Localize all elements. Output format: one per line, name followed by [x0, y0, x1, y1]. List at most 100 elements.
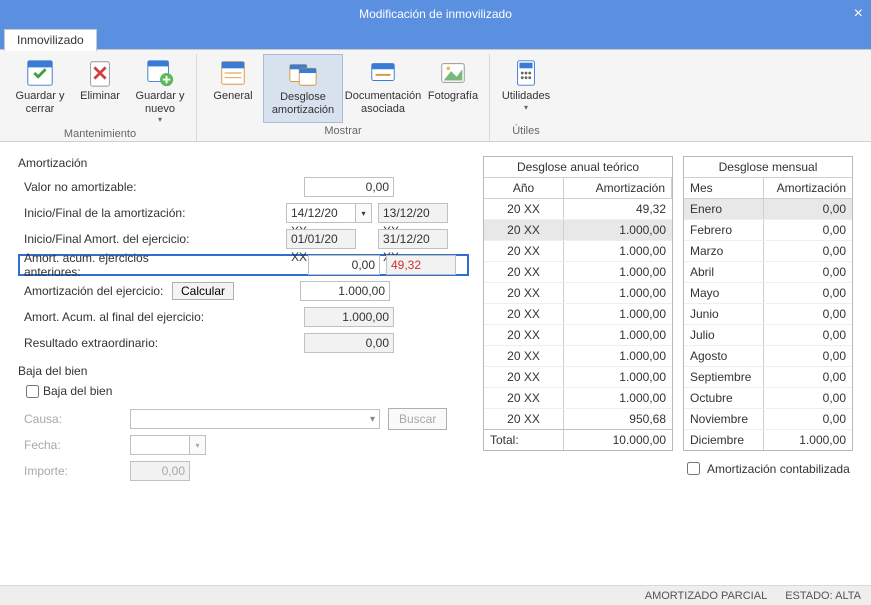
monthly-value: 0,00 — [764, 220, 852, 240]
table-row[interactable]: 20 XX1.000,00 — [484, 283, 672, 304]
photo-icon — [438, 58, 468, 88]
monthly-value: 0,00 — [764, 241, 852, 261]
fotografia-button[interactable]: Fotografía — [423, 54, 483, 123]
annual-value: 1.000,00 — [564, 388, 672, 408]
annual-value: 1.000,00 — [564, 283, 672, 303]
inicio-final-amort-label: Inicio/Final de la amortización: — [24, 206, 194, 220]
section-baja: Baja del bien — [18, 364, 465, 378]
guardar-nuevo-button[interactable]: Guardar y nuevo ▾ — [130, 54, 190, 126]
table-row[interactable]: Septiembre0,00 — [684, 367, 852, 388]
monthly-month: Septiembre — [684, 367, 764, 387]
contabilizada-checkbox[interactable] — [687, 462, 700, 475]
monthly-col-amort[interactable]: Amortización — [764, 178, 852, 198]
annual-title: Desglose anual teórico — [484, 157, 672, 178]
form-icon — [218, 58, 248, 88]
buscar-button[interactable]: Buscar — [388, 408, 447, 430]
annual-value: 1.000,00 — [564, 346, 672, 366]
acum-final-label: Amort. Acum. al final del ejercicio: — [24, 310, 224, 324]
valor-no-amort-label: Valor no amortizable: — [24, 180, 194, 194]
fecha-label: Fecha: — [24, 438, 104, 452]
annual-year: 20 XX — [484, 388, 564, 408]
tabstrip: Inmovilizado — [0, 28, 871, 50]
annual-year: 20 XX — [484, 325, 564, 345]
table-row[interactable]: Octubre0,00 — [684, 388, 852, 409]
date-dropdown-icon[interactable]: ▾ — [356, 203, 372, 223]
causa-combo[interactable]: ▾ — [130, 409, 380, 429]
table-row[interactable]: Marzo0,00 — [684, 241, 852, 262]
table-row[interactable]: 20 XX1.000,00 — [484, 262, 672, 283]
table-row[interactable]: Diciembre1.000,00 — [684, 430, 852, 450]
tab-inmovilizado[interactable]: Inmovilizado — [4, 29, 97, 51]
doc-link-icon — [368, 58, 398, 88]
statusbar: AMORTIZADO PARCIAL ESTADO: ALTA — [0, 585, 871, 605]
table-row[interactable]: Agosto0,00 — [684, 346, 852, 367]
valor-no-amort-input[interactable]: 0,00 — [304, 177, 394, 197]
monthly-month: Octubre — [684, 388, 764, 408]
annual-table: Desglose anual teórico Año Amortización … — [483, 156, 673, 451]
status-amortizado: AMORTIZADO PARCIAL — [645, 590, 767, 602]
table-row[interactable]: 20 XX1.000,00 — [484, 220, 672, 241]
table-row[interactable]: 20 XX1.000,00 — [484, 325, 672, 346]
delete-icon — [85, 58, 115, 88]
importe-label: Importe: — [24, 464, 104, 478]
monthly-col-month[interactable]: Mes — [684, 178, 764, 198]
annual-year: 20 XX — [484, 262, 564, 282]
annual-value: 49,32 — [564, 199, 672, 219]
ribbon: Guardar y cerrar Eliminar Guardar y nuev… — [0, 50, 871, 142]
annual-col-year[interactable]: Año — [484, 178, 564, 198]
eliminar-button[interactable]: Eliminar — [70, 54, 130, 126]
table-row[interactable]: Enero0,00 — [684, 199, 852, 220]
table-row[interactable]: Julio0,00 — [684, 325, 852, 346]
table-row[interactable]: 20 XX1.000,00 — [484, 367, 672, 388]
table-row[interactable]: 20 XX950,68 — [484, 409, 672, 429]
monthly-value: 0,00 — [764, 199, 852, 219]
monthly-value: 0,00 — [764, 388, 852, 408]
annual-value: 950,68 — [564, 409, 672, 429]
monthly-value: 0,00 — [764, 346, 852, 366]
annual-value: 1.000,00 — [564, 220, 672, 240]
close-icon[interactable]: × — [854, 0, 863, 28]
general-button[interactable]: General — [203, 54, 263, 123]
status-estado: ESTADO: ALTA — [785, 590, 861, 602]
final-amort-field: 13/12/20 XX — [378, 203, 448, 223]
annual-col-amort[interactable]: Amortización — [564, 178, 672, 198]
calcular-button[interactable]: Calcular — [172, 282, 234, 300]
annual-year: 20 XX — [484, 199, 564, 219]
annual-year: 20 XX — [484, 220, 564, 240]
table-row[interactable]: 20 XX1.000,00 — [484, 304, 672, 325]
table-row[interactable]: Abril0,00 — [684, 262, 852, 283]
amort-ejercicio-input[interactable]: 1.000,00 — [300, 281, 390, 301]
annual-year: 20 XX — [484, 241, 564, 261]
fecha-input[interactable] — [130, 435, 190, 455]
table-row[interactable]: 20 XX1.000,00 — [484, 388, 672, 409]
monthly-value: 1.000,00 — [764, 430, 852, 450]
inicio-amort-input[interactable]: 14/12/20 XX — [286, 203, 356, 223]
monthly-month: Junio — [684, 304, 764, 324]
table-row[interactable]: Mayo0,00 — [684, 283, 852, 304]
table-row[interactable]: 20 XX1.000,00 — [484, 241, 672, 262]
guardar-cerrar-button[interactable]: Guardar y cerrar — [10, 54, 70, 126]
date-dropdown-icon[interactable]: ▾ — [190, 435, 206, 455]
table-row[interactable]: 20 XX49,32 — [484, 199, 672, 220]
monthly-month: Julio — [684, 325, 764, 345]
table-row[interactable]: Junio0,00 — [684, 304, 852, 325]
table-row[interactable]: Febrero0,00 — [684, 220, 852, 241]
final-ej-field: 31/12/20 XX — [378, 229, 448, 249]
annual-value: 1.000,00 — [564, 241, 672, 261]
monthly-value: 0,00 — [764, 325, 852, 345]
annual-year: 20 XX — [484, 304, 564, 324]
importe-field: 0,00 — [130, 461, 190, 481]
baja-checkbox[interactable] — [26, 385, 39, 398]
utilidades-button[interactable]: Utilidades ▾ — [496, 54, 556, 123]
ribbon-group-label: Mostrar — [203, 123, 483, 141]
desglose-amortizacion-button[interactable]: Desglose amortización — [263, 54, 343, 123]
acum-anteriores-input[interactable]: 0,00 — [308, 255, 380, 275]
documentacion-button[interactable]: Documentación asociada — [343, 54, 423, 123]
monthly-value: 0,00 — [764, 367, 852, 387]
acum-anteriores-label: Amort. acum. ejercicios anteriores: — [24, 251, 200, 279]
table-row[interactable]: Noviembre0,00 — [684, 409, 852, 430]
window-title: Modificación de inmovilizado — [359, 7, 512, 21]
table-row[interactable]: 20 XX1.000,00 — [484, 346, 672, 367]
baja-checkbox-label: Baja del bien — [43, 384, 112, 398]
annual-total-value: 10.000,00 — [564, 430, 672, 450]
